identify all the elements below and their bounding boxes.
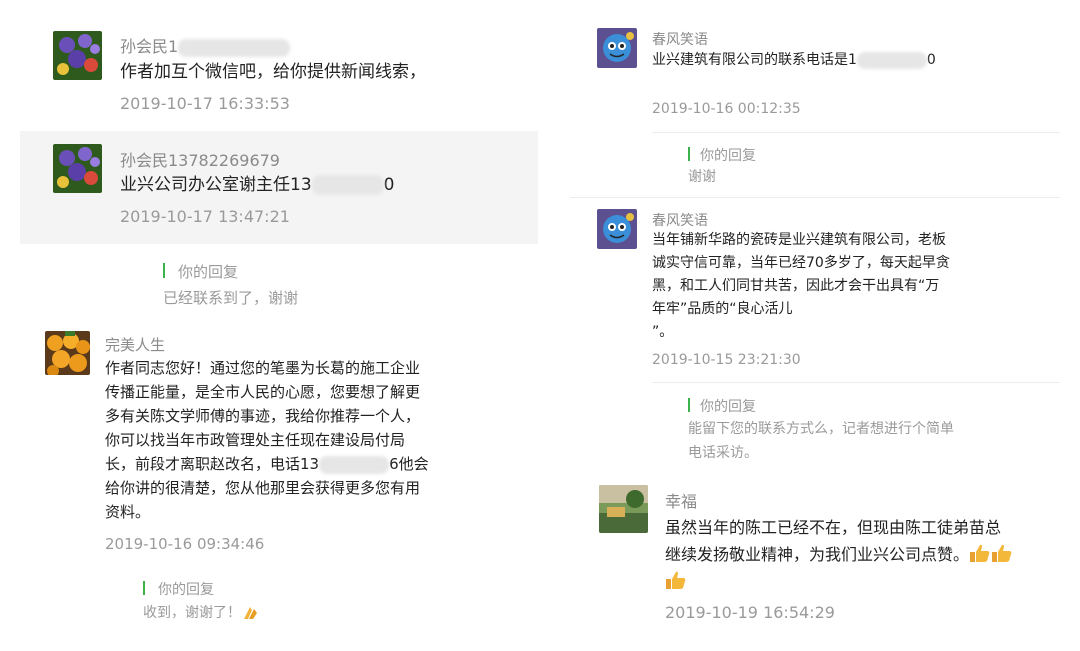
oranges-avatar-image [45,331,90,375]
thumbs-up-emoji-icon [970,544,990,562]
comment-timestamp: 2019-10-15 23:21:30 [652,352,801,368]
comment-line: 年牢”品质的“良心活儿 [652,301,793,317]
comment-line: 作者同志您好！通过您的笔墨为长葛的施工企业 [105,359,421,377]
divider [652,382,1060,383]
comment-line: 长，前段才离职赵改名，电话13 6他会 [105,452,429,476]
comment-line: ”。 [652,324,674,340]
comment-line: 你可以找当年市政管理处主任现在建设局付局 [105,431,406,449]
comment-line: 资料。 [105,503,151,521]
comment-body: 当年铺新华路的瓷砖是业兴建筑有限公司，老板 诚实守信可靠，当年已经70多岁了，每… [652,229,950,344]
comment-text-part: 6他会 [389,455,429,473]
reply-line: 电话采访。 [688,445,758,461]
commenter-name[interactable]: 幸福 [665,488,697,512]
avatar[interactable] [53,31,102,80]
comment-body: 虽然当年的陈工已经不在，但现由陈工徒弟苗总 继续发扬敬业精神，为我们业兴公司点赞… [665,514,1013,595]
comment-body: 作者同志您好！通过您的笔墨为长葛的施工企业 传播正能量，是全市人民的心愿，您要想… [105,356,429,524]
comment-line: 当年铺新华路的瓷砖是业兴建筑有限公司，老板 [652,232,946,248]
avatar[interactable] [53,144,102,193]
comment-timestamp: 2019-10-17 16:33:53 [120,94,290,113]
comment-text-part: 继续发扬敬业精神，为我们业兴公司点赞。 [665,545,970,564]
comment-line: 黑，和工人们同甘共苦，因此才会干出具有“万 [652,278,940,294]
comment-text-part: 业兴公司办公室谢主任13 [120,175,312,195]
comment-timestamp: 2019-10-19 16:54:29 [665,603,835,622]
reply-indicator-bar [688,398,690,412]
comment-timestamp: 2019-10-17 13:47:21 [120,207,290,226]
comment-text-part: 长，前段才离职赵改名，电话13 [105,455,320,473]
redacted-blur [311,175,384,195]
commenter-name-text: 孙会民1 [120,37,179,56]
commenter-name[interactable]: 孙会民13782269679 [120,147,280,171]
comment-timestamp: 2019-10-16 00:12:35 [652,101,801,117]
commenter-name[interactable]: 春风笑语 [652,210,708,230]
flower-avatar-image [53,144,102,193]
commenter-name[interactable]: 完美人生 [105,334,165,355]
reply-text-row: 收到，谢谢了！ [143,601,259,625]
reply-text: 已经联系到了，谢谢 [163,289,299,307]
comment-line: 诚实守信可靠，当年已经70多岁了，每天起早贪 [652,255,950,271]
reply-label: 你的回复 [178,263,239,281]
redacted-blur [319,455,390,474]
comment-text-part: 业兴建筑有限公司的联系电话是1 [652,52,857,68]
comment-line: 继续发扬敬业精神，为我们业兴公司点赞。 [665,541,1013,568]
thumbs-up-emoji-icon [666,571,686,589]
comment-timestamp: 2019-10-16 09:34:46 [105,535,265,553]
reply-text: 收到，谢谢了！ [143,605,241,621]
avatar[interactable] [597,209,637,249]
comment-text: 作者加互个微信吧，给你提供新闻线索， [120,62,426,82]
commenter-name[interactable]: 春风笑语 [652,29,708,49]
divider [652,132,1060,133]
avatar[interactable] [597,28,637,68]
praying-hands-emoji-icon [244,607,257,619]
comment-text-part: 0 [383,175,395,195]
reply-label: 你的回复 [700,399,756,415]
comment-line: 传播正能量，是全市人民的心愿，您要想了解更 [105,383,421,401]
avatar[interactable] [45,331,90,375]
comment-text: 业兴建筑有限公司的联系电话是1 0 [652,48,936,72]
comment-line: 虽然当年的陈工已经不在，但现由陈工徒弟苗总 [665,518,1002,537]
comment-text-part: 0 [926,52,936,68]
reply-indicator-bar [163,263,165,278]
avatar[interactable] [599,485,648,533]
cartoon-avatar-image [597,209,637,249]
redacted-blur [178,38,291,57]
cartoon-avatar-image [597,28,637,68]
reply-text: 能留下您的联系方式么，记者想进行个简单 电话采访。 [688,417,954,465]
comment-line: 多有关陈文学师傅的事迹，我给你推荐一个人， [105,407,421,425]
flower-avatar-image [53,31,102,80]
landscape-avatar-image [599,485,648,533]
reply-label: 你的回复 [158,582,214,598]
thumbs-up-emoji-icon [992,544,1012,562]
divider [570,197,1060,198]
comment-text: 业兴公司办公室谢主任13 0 [120,173,394,197]
reply-text: 谢谢 [688,169,716,185]
reply-line: 能留下您的联系方式么，记者想进行个简单 [688,421,954,437]
commenter-name[interactable]: 孙会民1 [120,33,291,57]
comment-line: 给你讲的很清楚，您从他那里会获得更多您有用 [105,479,421,497]
redacted-blur [856,51,927,69]
reply-indicator-bar [143,581,145,595]
comment-line [665,568,1013,595]
reply-label: 你的回复 [700,148,756,164]
reply-indicator-bar [688,147,690,161]
